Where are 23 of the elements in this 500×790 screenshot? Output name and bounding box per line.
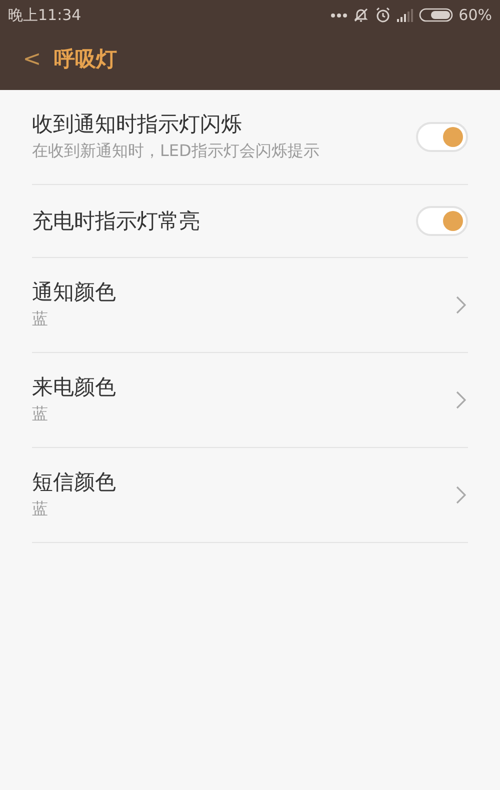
setting-summary: 蓝 (32, 498, 49, 520)
setting-title: 来电颜色 (32, 374, 116, 401)
back-button[interactable]: < (22, 49, 42, 71)
alarm-clock-icon (374, 7, 391, 23)
chevron-right-icon (456, 486, 466, 504)
setting-title: 充电时指示灯常亮 (32, 208, 200, 235)
setting-title: 通知颜色 (32, 279, 116, 306)
more-dots-icon (330, 12, 347, 18)
page-title: 呼吸灯 (54, 46, 117, 74)
battery-percentage: 60% (458, 4, 492, 26)
battery-icon (418, 8, 453, 22)
chevron-right-icon (456, 391, 466, 409)
toggle-switch[interactable] (416, 122, 468, 152)
setting-summary: 蓝 (32, 403, 49, 425)
setting-summary: 蓝 (32, 308, 49, 330)
chevron-right-icon (456, 296, 466, 314)
status-time: 晚上11:34 (8, 4, 82, 26)
setting-title: 短信颜色 (32, 469, 116, 496)
muted-bell-icon (352, 7, 369, 23)
signal-icon (396, 8, 413, 22)
toggle-switch[interactable] (416, 206, 468, 236)
setting-summary: 在收到新通知时，LED指示灯会闪烁提示 (32, 140, 320, 162)
setting-title: 收到通知时指示灯闪烁 (32, 111, 243, 138)
